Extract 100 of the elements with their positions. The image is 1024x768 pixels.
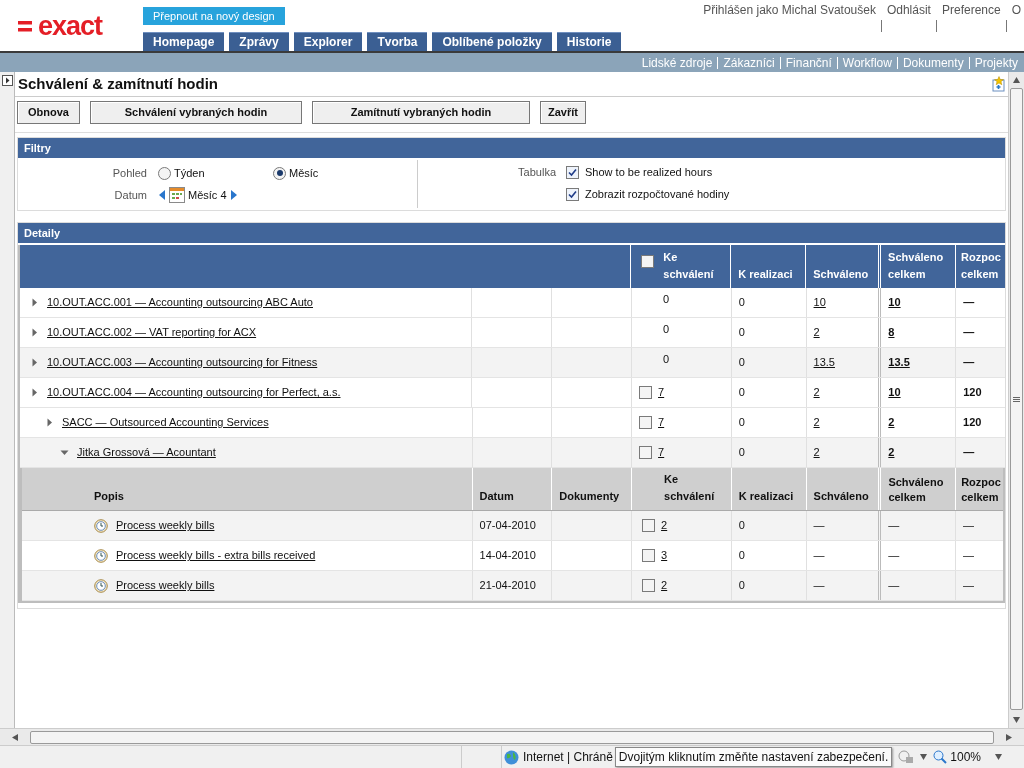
section-header: Filtry bbox=[18, 138, 1005, 158]
row-link[interactable]: 10.OUT.ACC.004 — Accounting outsourcing for Perfect, a.s. bbox=[47, 384, 341, 401]
header-link[interactable]: Preference bbox=[941, 1, 1001, 51]
checkbox[interactable] bbox=[641, 254, 655, 268]
header-link[interactable]: Odhlásit bbox=[886, 1, 931, 51]
checkbox[interactable] bbox=[639, 446, 653, 459]
toolbar-button[interactable]: Zavřít bbox=[539, 101, 586, 124]
expand-arrow-icon[interactable] bbox=[30, 328, 39, 337]
value-link[interactable]: 13.5 bbox=[813, 354, 835, 371]
value-link[interactable]: 7 bbox=[658, 384, 665, 401]
vertical-scrollbar[interactable] bbox=[1008, 72, 1024, 728]
checkbox[interactable] bbox=[566, 187, 579, 201]
checkbox[interactable] bbox=[566, 165, 579, 179]
value-link[interactable]: 2 bbox=[813, 444, 820, 461]
table-cell-text: 0 bbox=[738, 385, 745, 401]
nav-tab[interactable]: Historie bbox=[556, 32, 622, 51]
field-label: Pohled bbox=[111, 165, 148, 181]
table-cell-text: — bbox=[963, 445, 975, 461]
zoom-level[interactable]: 100% bbox=[950, 748, 981, 766]
table-cell-text: 14-04-2010 bbox=[479, 548, 536, 564]
field-label: Tabulka bbox=[518, 165, 556, 178]
value-link[interactable]: 2 bbox=[813, 324, 820, 341]
table-cell-text: 0 bbox=[663, 353, 670, 366]
entry-link[interactable]: Process weekly bills bbox=[116, 577, 215, 594]
checkbox-label: Zobrazit rozpočtované hodiny bbox=[585, 186, 730, 202]
nav-tab[interactable]: Tvorba bbox=[367, 32, 428, 51]
scroll-right-arrow-icon[interactable] bbox=[1006, 733, 1012, 741]
table-cell-text: — bbox=[888, 578, 900, 594]
nav-tab[interactable]: Homepage bbox=[143, 32, 225, 51]
value-link[interactable]: 10 bbox=[888, 384, 901, 401]
horizontal-scrollbar[interactable] bbox=[0, 728, 1024, 745]
calendar-icon[interactable] bbox=[169, 187, 185, 203]
scroll-down-arrow-icon[interactable] bbox=[1013, 717, 1020, 723]
expand-arrow-icon[interactable] bbox=[30, 298, 39, 307]
zoom-icon[interactable] bbox=[933, 750, 948, 764]
row-link[interactable]: 10.OUT.ACC.001 — Accounting outsourcing ABC Auto bbox=[47, 294, 313, 311]
add-favorite-icon[interactable] bbox=[992, 76, 1006, 92]
table-cell-text: — bbox=[963, 295, 975, 311]
table-cell-text: 0 bbox=[738, 295, 745, 311]
expand-arrow-icon[interactable] bbox=[30, 358, 39, 367]
panel-toggle-icon[interactable] bbox=[2, 75, 13, 86]
expand-arrow-icon[interactable] bbox=[45, 418, 54, 427]
column-header: Schváleno celkem bbox=[888, 475, 945, 504]
value-link[interactable]: 2 bbox=[813, 384, 820, 401]
column-header: Rozpoc celkem bbox=[961, 250, 1002, 282]
table-cell-text: — bbox=[813, 548, 825, 564]
value-link[interactable]: 2 bbox=[661, 517, 668, 534]
logo[interactable]: exact bbox=[0, 0, 143, 51]
toolbar-button[interactable]: Schválení vybraných hodin bbox=[89, 101, 302, 124]
checkbox[interactable] bbox=[639, 416, 653, 429]
toolbar-button[interactable]: Obnova bbox=[17, 101, 80, 124]
expand-arrow-icon[interactable] bbox=[30, 388, 39, 397]
header-link[interactable]: O bbox=[1011, 1, 1021, 51]
radio-button[interactable] bbox=[273, 166, 286, 180]
table-cell-text: 0 bbox=[663, 323, 670, 336]
scroll-left-arrow-icon[interactable] bbox=[12, 733, 18, 741]
column-header: Dokumenty bbox=[559, 488, 620, 504]
value-link[interactable]: 3 bbox=[661, 547, 668, 564]
table-cell-text: — bbox=[813, 518, 825, 534]
previous-arrow-icon[interactable] bbox=[158, 189, 166, 201]
table-cell-text: 120 bbox=[963, 385, 982, 401]
value-link[interactable]: 2 bbox=[888, 414, 895, 431]
security-zone[interactable]: Internet | Chráně bbox=[523, 748, 613, 766]
table-cell-text: — bbox=[888, 548, 900, 564]
value-link[interactable]: 2 bbox=[813, 414, 820, 431]
value-link[interactable]: 7 bbox=[658, 414, 665, 431]
checkbox[interactable] bbox=[639, 386, 653, 399]
row-link[interactable]: Jitka Grossová — Acountant bbox=[77, 444, 216, 461]
nav-tab[interactable]: Explorer bbox=[293, 32, 363, 51]
value-link[interactable]: 13.5 bbox=[888, 354, 910, 371]
row-link[interactable]: 10.OUT.ACC.003 — Accounting outsourcing for Fitness bbox=[47, 354, 318, 371]
value-link[interactable]: 2 bbox=[661, 577, 668, 594]
row-link[interactable]: SACC — Outsourced Accounting Services bbox=[62, 414, 269, 431]
checkbox[interactable] bbox=[642, 519, 656, 532]
table-cell-text: — bbox=[963, 518, 975, 534]
nav-tab[interactable]: Zprávy bbox=[229, 32, 289, 51]
table-cell-text: 07-04-2010 bbox=[479, 518, 536, 534]
checkbox-label: Show to be realized hours bbox=[585, 164, 713, 180]
table-cell-text: — bbox=[813, 578, 825, 594]
dropdown-arrow-icon[interactable] bbox=[995, 754, 1002, 760]
entry-link[interactable]: Process weekly bills - extra bills received bbox=[116, 547, 316, 564]
value-link[interactable]: 2 bbox=[888, 444, 895, 461]
collapse-arrow-icon[interactable] bbox=[60, 448, 69, 457]
radio-button[interactable] bbox=[158, 166, 171, 180]
scroll-up-arrow-icon[interactable] bbox=[1013, 77, 1020, 83]
header-link[interactable]: Přihlášen jako Michal Svatoušek bbox=[703, 1, 876, 51]
value-link[interactable]: 7 bbox=[658, 444, 665, 461]
row-link[interactable]: 10.OUT.ACC.002 — VAT reporting for ACX bbox=[47, 324, 257, 341]
value-link[interactable]: 10 bbox=[813, 294, 826, 311]
grip-icon[interactable] bbox=[1013, 396, 1020, 402]
nav-tab[interactable]: Oblíbené položky bbox=[432, 32, 552, 51]
value-link[interactable]: 10 bbox=[888, 294, 901, 311]
checkbox[interactable] bbox=[642, 579, 656, 592]
value-link[interactable]: 8 bbox=[888, 324, 895, 341]
dropdown-arrow-icon[interactable] bbox=[920, 754, 928, 760]
table-cell-text: — bbox=[963, 578, 975, 594]
checkbox[interactable] bbox=[642, 549, 656, 562]
entry-link[interactable]: Process weekly bills bbox=[116, 517, 215, 534]
next-arrow-icon[interactable] bbox=[229, 189, 238, 201]
toolbar-button[interactable]: Zamítnutí vybraných hodin bbox=[311, 101, 530, 124]
